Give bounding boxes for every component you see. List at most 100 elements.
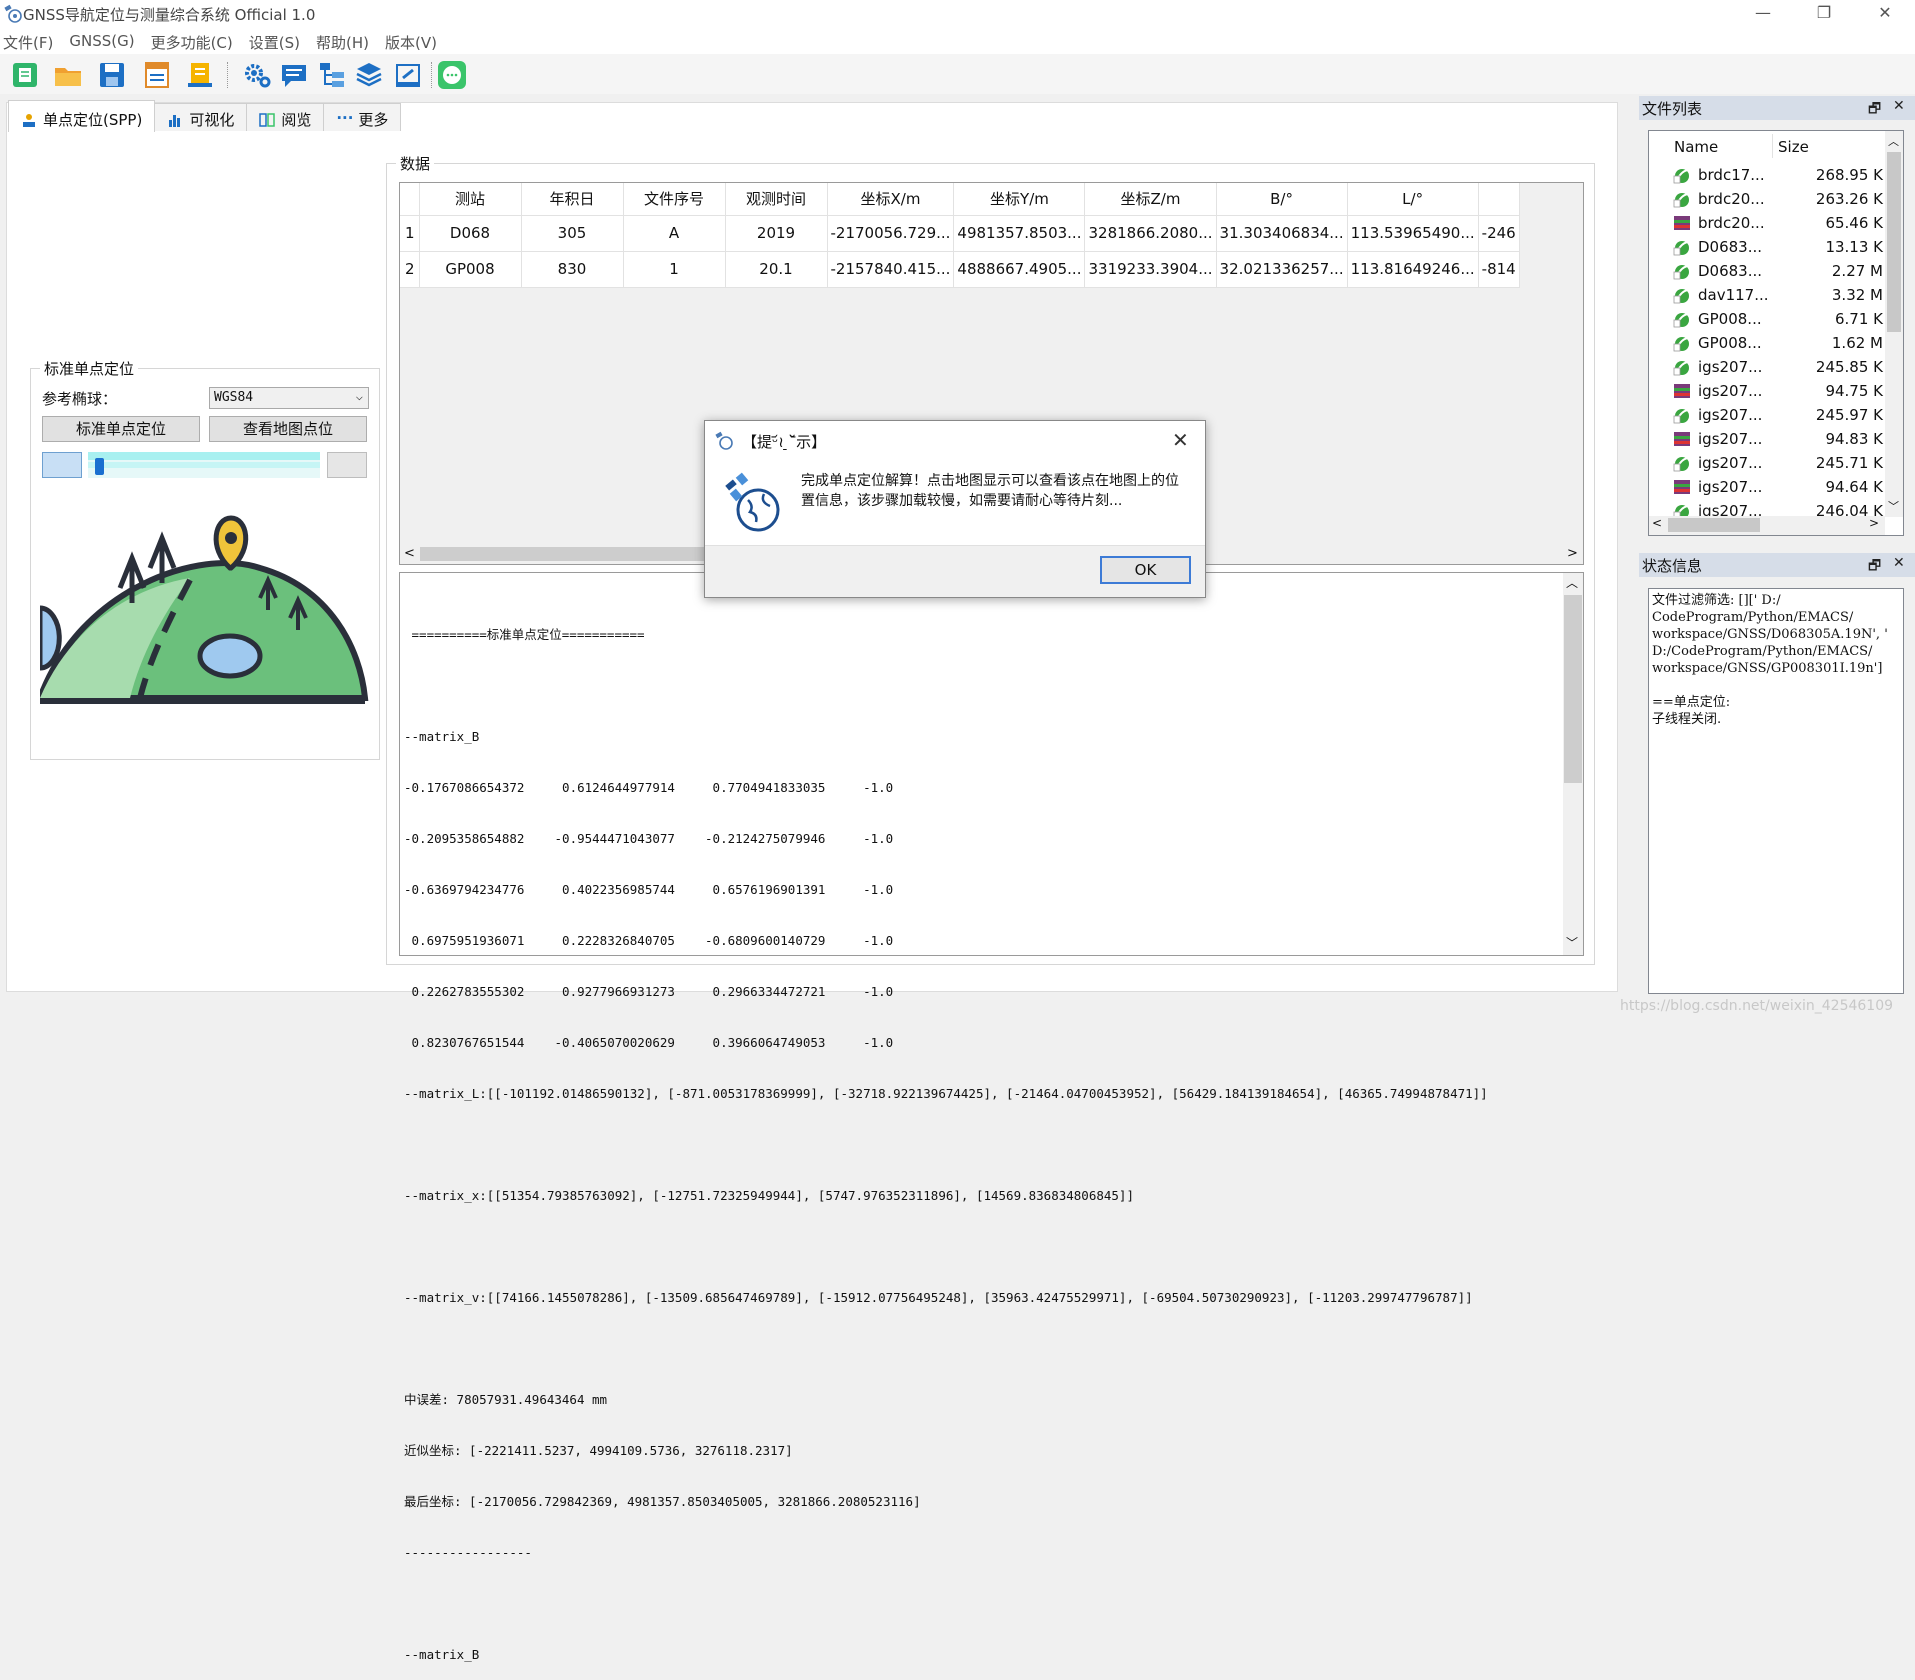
file-list-item[interactable]: GP008... 6.71 K bbox=[1672, 307, 1892, 331]
column-header[interactable]: 文件序号 bbox=[623, 183, 726, 216]
scroll-left-icon[interactable]: < bbox=[404, 546, 415, 561]
table-cell[interactable]: 20.1 bbox=[725, 251, 828, 288]
log-scroll-thumb[interactable] bbox=[1564, 595, 1582, 783]
file-list-item[interactable]: GP008... 1.62 M bbox=[1672, 331, 1892, 355]
dialog-close-button[interactable]: ✕ bbox=[1172, 428, 1189, 452]
table-cell[interactable]: -814 bbox=[1478, 251, 1520, 288]
menu-help[interactable]: 帮助(H) bbox=[313, 28, 375, 54]
file-list-item[interactable]: igs207... 245.85 K bbox=[1672, 355, 1892, 379]
menu-gnss[interactable]: GNSS(G) bbox=[66, 28, 140, 54]
table-cell[interactable]: D068 bbox=[419, 215, 522, 252]
open-folder-icon[interactable] bbox=[53, 60, 83, 90]
menu-file[interactable]: 文件(F) bbox=[0, 28, 59, 54]
message-icon[interactable] bbox=[279, 60, 309, 90]
table-cell[interactable]: 1 bbox=[623, 251, 726, 288]
column-header[interactable]: 坐标Y/m bbox=[953, 183, 1086, 216]
green-file-icon bbox=[1673, 289, 1690, 304]
report-icon[interactable] bbox=[142, 60, 172, 90]
scroll-right-icon[interactable]: > bbox=[1567, 546, 1578, 561]
ellipsoid-select[interactable]: WGS84 ⌵ bbox=[209, 387, 369, 409]
table-cell[interactable]: A bbox=[623, 215, 726, 252]
column-header[interactable]: 观测时间 bbox=[725, 183, 828, 216]
green-file-icon bbox=[1673, 265, 1690, 280]
table-cell[interactable]: -2157840.415... bbox=[827, 251, 955, 288]
file-list-item[interactable]: igs207... 94.75 K bbox=[1672, 379, 1892, 403]
scroll-up-icon[interactable]: ︿ bbox=[1888, 133, 1899, 149]
table-cell[interactable]: 2019 bbox=[725, 215, 828, 252]
file-list-item[interactable]: dav117... 3.32 M bbox=[1672, 283, 1892, 307]
file-list-item[interactable]: D0683... 2.27 M bbox=[1672, 259, 1892, 283]
scroll-right-icon[interactable]: > bbox=[1869, 516, 1879, 530]
table-cell[interactable]: 4888667.4905... bbox=[953, 251, 1086, 288]
file-list-hscroll-thumb[interactable] bbox=[1668, 518, 1760, 532]
file-list-item[interactable]: brdc17... 268.95 K bbox=[1672, 163, 1892, 187]
table-cell[interactable]: 3281866.2080... bbox=[1084, 215, 1217, 252]
file-list-item[interactable]: igs207... 94.83 K bbox=[1672, 427, 1892, 451]
scroll-down-icon[interactable]: ﹀ bbox=[1566, 934, 1578, 951]
column-header[interactable]: L/° bbox=[1347, 183, 1479, 216]
close-panel-icon[interactable]: ✕ bbox=[1893, 98, 1905, 114]
column-header[interactable]: 坐标Z/m bbox=[1084, 183, 1217, 216]
file-list-item[interactable]: igs207... 245.71 K bbox=[1672, 451, 1892, 475]
file-list-item[interactable]: brdc20... 65.46 K bbox=[1672, 211, 1892, 235]
menu-more-functions[interactable]: 更多功能(C) bbox=[148, 28, 239, 54]
file-list-scroll-thumb[interactable] bbox=[1887, 152, 1901, 332]
column-header[interactable]: 年积日 bbox=[521, 183, 624, 216]
column-header[interactable] bbox=[1478, 183, 1520, 216]
file-list-item[interactable]: D0683... 13.13 K bbox=[1672, 235, 1892, 259]
table-cell[interactable]: 113.81649246... bbox=[1347, 251, 1479, 288]
file-list-item[interactable]: igs207... 245.97 K bbox=[1672, 403, 1892, 427]
log-line: -0.6369794234776 0.4022356985744 0.65761… bbox=[404, 882, 894, 897]
table-cell[interactable]: -2170056.729... bbox=[827, 215, 955, 252]
column-header[interactable]: 测站 bbox=[419, 183, 522, 216]
table-cell[interactable]: 4981357.8503... bbox=[953, 215, 1086, 252]
layers-icon[interactable] bbox=[354, 60, 384, 90]
column-header-name[interactable]: Name bbox=[1674, 138, 1718, 156]
chat-bubble-icon[interactable] bbox=[437, 60, 467, 90]
column-header[interactable]: 坐标X/m bbox=[827, 183, 955, 216]
scroll-left-icon[interactable]: < bbox=[1652, 516, 1662, 530]
export-icon[interactable] bbox=[185, 60, 215, 90]
table-cell[interactable]: 830 bbox=[521, 251, 624, 288]
table-cell[interactable]: GP008 bbox=[419, 251, 522, 288]
table-cell[interactable]: -246 bbox=[1478, 215, 1520, 252]
menu-version[interactable]: 版本(V) bbox=[382, 28, 443, 54]
link-icon[interactable] bbox=[393, 60, 423, 90]
progress-slider-thumb[interactable] bbox=[95, 458, 105, 475]
tab-visualize[interactable]: 可视化 bbox=[154, 103, 248, 131]
tab-more[interactable]: ··· 更多 bbox=[323, 103, 402, 131]
tree-structure-icon[interactable] bbox=[317, 60, 347, 90]
archive-file-icon bbox=[1674, 384, 1690, 398]
view-map-button[interactable]: 查看地图点位 bbox=[209, 416, 367, 442]
scroll-up-icon[interactable]: ︿ bbox=[1566, 574, 1578, 591]
table-cell[interactable]: 32.021336257... bbox=[1216, 251, 1348, 288]
table-row[interactable]: 1 D068 305 A 2019 -2170056.729... 498135… bbox=[400, 215, 1520, 252]
close-panel-icon[interactable]: ✕ bbox=[1893, 555, 1905, 571]
table-cell[interactable]: 113.53965490... bbox=[1347, 215, 1479, 252]
tab-spp[interactable]: 单点定位(SPP) bbox=[8, 100, 156, 132]
column-header[interactable]: B/° bbox=[1216, 183, 1348, 216]
ok-button[interactable]: OK bbox=[1100, 556, 1191, 584]
minimize-button[interactable]: — bbox=[1733, 0, 1793, 28]
file-list-item[interactable]: brdc20... 263.26 K bbox=[1672, 187, 1892, 211]
table-scroll-thumb[interactable] bbox=[420, 547, 750, 561]
menu-settings[interactable]: 设置(S) bbox=[246, 28, 306, 54]
save-icon[interactable] bbox=[97, 60, 127, 90]
close-button[interactable]: ✕ bbox=[1855, 0, 1915, 28]
tab-browse[interactable]: 阅览 bbox=[246, 103, 325, 131]
float-panel-icon[interactable]: 🗗 bbox=[1868, 98, 1881, 122]
new-file-icon[interactable] bbox=[10, 60, 40, 90]
float-panel-icon[interactable]: 🗗 bbox=[1868, 555, 1881, 579]
standard-positioning-button[interactable]: 标准单点定位 bbox=[42, 416, 200, 442]
scroll-down-icon[interactable]: ﹀ bbox=[1888, 498, 1899, 514]
settings-gears-icon[interactable] bbox=[243, 60, 273, 90]
column-header-size[interactable]: Size bbox=[1778, 138, 1809, 156]
table-row[interactable]: 2 GP008 830 1 20.1 -2157840.415... 48886… bbox=[400, 251, 1520, 288]
green-file-icon bbox=[1673, 337, 1690, 352]
table-cell[interactable]: 3319233.3904... bbox=[1084, 251, 1217, 288]
maximize-button[interactable]: ❐ bbox=[1794, 0, 1854, 28]
bar-chart-icon bbox=[169, 114, 181, 127]
table-cell[interactable]: 305 bbox=[521, 215, 624, 252]
file-list-item[interactable]: igs207... 94.64 K bbox=[1672, 475, 1892, 499]
table-cell[interactable]: 31.303406834... bbox=[1216, 215, 1348, 252]
